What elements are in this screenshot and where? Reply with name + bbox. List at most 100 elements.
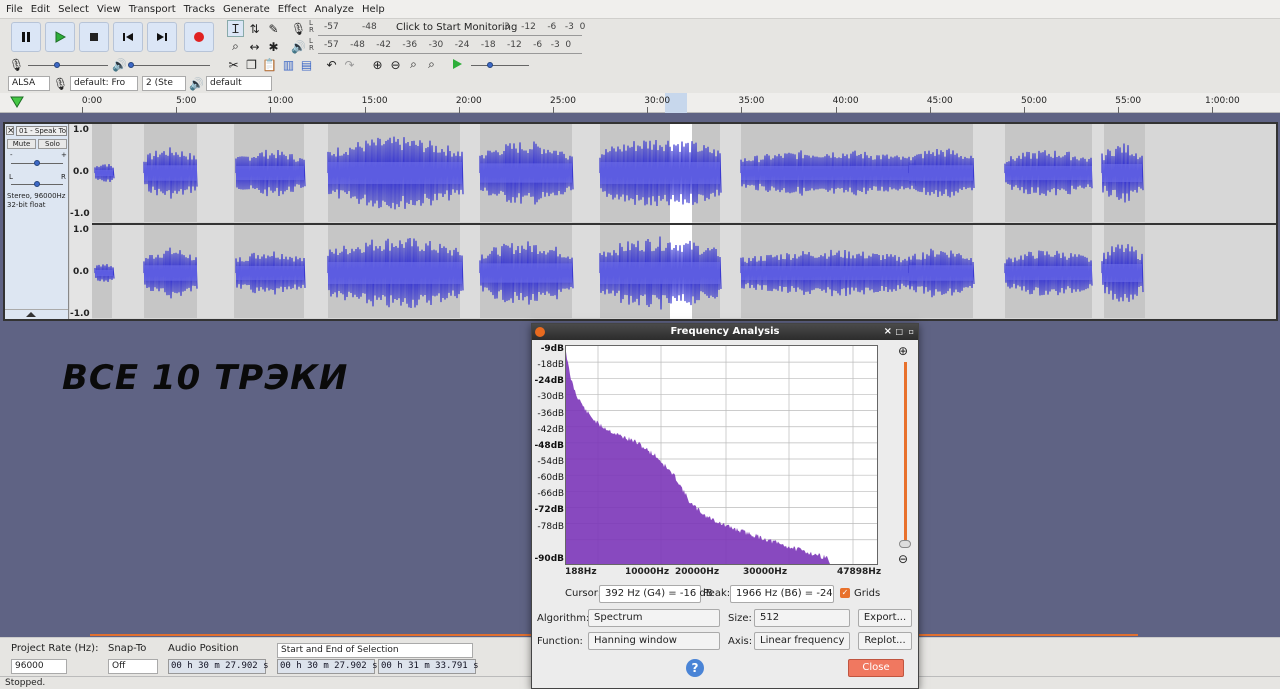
menu-effect[interactable]: Effect xyxy=(274,4,311,15)
scissors-icon: ✂ xyxy=(228,57,239,72)
dialog-minimize-icon[interactable]: ▫ xyxy=(909,324,914,340)
timeshift-tool[interactable]: ↔ xyxy=(246,38,263,55)
close-button[interactable]: Close xyxy=(848,659,904,677)
menu-view[interactable]: View xyxy=(93,4,125,15)
record-button[interactable] xyxy=(184,22,214,52)
stop-icon xyxy=(90,33,98,41)
undo-button[interactable]: ↶ xyxy=(323,56,340,73)
mute-button[interactable]: Mute xyxy=(7,139,36,149)
redo-button[interactable]: ↷ xyxy=(341,56,358,73)
track-panel[interactable]: × 01 - Speak To Mute Solo - + L R Stereo… xyxy=(3,122,1278,321)
selection-tool[interactable]: Ｉ xyxy=(227,20,244,37)
envelope-tool[interactable]: ⇅ xyxy=(246,20,263,37)
menu-file[interactable]: File xyxy=(2,4,27,15)
gain-knob[interactable] xyxy=(34,160,40,166)
audio-position-field[interactable]: 00 h 30 m 27.902 s xyxy=(168,659,269,674)
project-rate-select[interactable]: 96000 xyxy=(11,659,67,674)
copy-button[interactable]: ❐ xyxy=(243,56,260,73)
selection-end-field[interactable]: 00 h 31 m 33.791 s xyxy=(378,659,479,674)
waveform[interactable] xyxy=(92,124,1278,319)
zoom-out-button[interactable]: ⊖ xyxy=(387,56,404,73)
peak-field[interactable]: 1966 Hz (B6) = -24.2 xyxy=(730,585,834,603)
vertical-zoom-knob[interactable] xyxy=(899,540,911,548)
play-meter[interactable]: -57 -48 -42 -36 -30 -24 -18 -12 -6 -3 0 xyxy=(318,39,582,54)
record-meter-button[interactable]: 🎙 xyxy=(290,20,307,37)
dialog-close-icon[interactable]: × xyxy=(884,324,892,340)
zoom-out-icon[interactable]: ⊖ xyxy=(898,552,908,566)
gain-minus-label: - xyxy=(10,151,13,159)
db-axis-label: -24dB xyxy=(534,376,564,387)
pause-button[interactable] xyxy=(11,22,41,52)
waveform-rms xyxy=(236,165,304,181)
record-volume-slider[interactable] xyxy=(28,65,108,66)
play-device-select[interactable]: default xyxy=(206,76,272,91)
collapse-track-button[interactable] xyxy=(5,309,68,319)
play-speed-slider[interactable] xyxy=(471,65,529,66)
menu-select[interactable]: Select xyxy=(54,4,93,15)
ruler-tick xyxy=(1212,107,1214,113)
paste-button[interactable]: 📋 xyxy=(261,56,278,73)
multi-tool[interactable]: ✱ xyxy=(265,38,282,55)
zoom-in-icon[interactable]: ⊕ xyxy=(898,344,908,358)
export-button[interactable]: Export... xyxy=(858,609,912,627)
play-speed-knob[interactable] xyxy=(487,62,493,68)
help-button[interactable]: ? xyxy=(686,659,704,677)
waveform-rms xyxy=(95,169,113,177)
fit-selection-button[interactable]: ⌕ xyxy=(405,56,422,73)
selection-start-field[interactable]: 00 h 30 m 27.902 s xyxy=(277,659,378,674)
menu-help[interactable]: Help xyxy=(358,4,389,15)
frequency-axis: 188Hz 10000Hz 20000Hz 30000Hz 47898Hz xyxy=(565,567,885,581)
audio-host-select[interactable]: ALSA xyxy=(8,76,50,91)
play-at-speed-button[interactable] xyxy=(449,56,466,73)
playback-volume-knob[interactable] xyxy=(128,62,134,68)
playback-volume-slider[interactable] xyxy=(130,65,210,66)
algorithm-select[interactable]: Spectrum xyxy=(588,609,720,627)
solo-button[interactable]: Solo xyxy=(38,139,67,149)
record-meter[interactable]: -57 -48 Click to Start Monitoring 3 -12 … xyxy=(318,21,585,36)
pan-knob[interactable] xyxy=(34,181,40,187)
waveform-rms xyxy=(1102,163,1142,183)
menu-analyze[interactable]: Analyze xyxy=(311,4,358,15)
menu-edit[interactable]: Edit xyxy=(27,4,54,15)
menu-tracks[interactable]: Tracks xyxy=(180,4,219,15)
zoom-in-button[interactable]: ⊕ xyxy=(369,56,386,73)
function-select[interactable]: Hanning window xyxy=(588,632,720,650)
menu-transport[interactable]: Transport xyxy=(125,4,180,15)
fit-project-button[interactable]: ⌕ xyxy=(423,56,440,73)
cursor-field[interactable]: 392 Hz (G4) = -16 dB xyxy=(599,585,713,603)
ruler-tick-label: 35:00 xyxy=(738,96,765,106)
pencil-icon: ✎ xyxy=(268,21,279,36)
monitor-prompt[interactable]: Click to Start Monitoring xyxy=(396,22,517,33)
spectrum-plot[interactable] xyxy=(565,345,878,565)
timeline-ruler[interactable]: 0:00 5:00 10:00 15:00 20:00 25:00 30:00 35:00 40… xyxy=(0,93,1280,113)
db-axis-label: -30dB xyxy=(537,392,564,403)
record-device-select[interactable]: default: Fro xyxy=(70,76,138,91)
skip-end-button[interactable] xyxy=(147,22,177,52)
check-icon: ✓ xyxy=(841,588,849,597)
dialog-maximize-icon[interactable]: □ xyxy=(895,324,903,340)
track-name-menu[interactable]: 01 - Speak To xyxy=(16,126,67,136)
draw-tool[interactable]: ✎ xyxy=(265,20,282,37)
channels-select[interactable]: 2 (Ste xyxy=(142,76,186,91)
stop-button[interactable] xyxy=(79,22,109,52)
axis-select[interactable]: Linear frequency xyxy=(754,632,850,650)
trim-button[interactable]: ▥ xyxy=(280,56,297,73)
snap-to-select[interactable]: Off xyxy=(108,659,158,674)
selection-mode-select[interactable]: Start and End of Selection xyxy=(277,643,473,658)
play-meter-button[interactable]: 🔊 xyxy=(290,38,307,55)
pause-icon xyxy=(22,32,30,42)
record-volume-knob[interactable] xyxy=(54,62,60,68)
skip-start-button[interactable] xyxy=(113,22,143,52)
play-button[interactable] xyxy=(45,22,75,52)
zoom-tool[interactable]: ⌕ xyxy=(227,38,244,55)
db-axis-label: -48dB xyxy=(534,440,564,451)
grids-checkbox[interactable]: ✓ xyxy=(840,588,850,598)
silence-button[interactable]: ▤ xyxy=(298,56,315,73)
size-select[interactable]: 512 xyxy=(754,609,850,627)
close-track-button[interactable]: × xyxy=(6,126,15,136)
cut-button[interactable]: ✂ xyxy=(225,56,242,73)
replot-button[interactable]: Replot... xyxy=(858,632,912,650)
menu-generate[interactable]: Generate xyxy=(219,4,274,15)
vertical-zoom-slider[interactable] xyxy=(904,362,907,545)
ruler-tick xyxy=(553,107,554,113)
